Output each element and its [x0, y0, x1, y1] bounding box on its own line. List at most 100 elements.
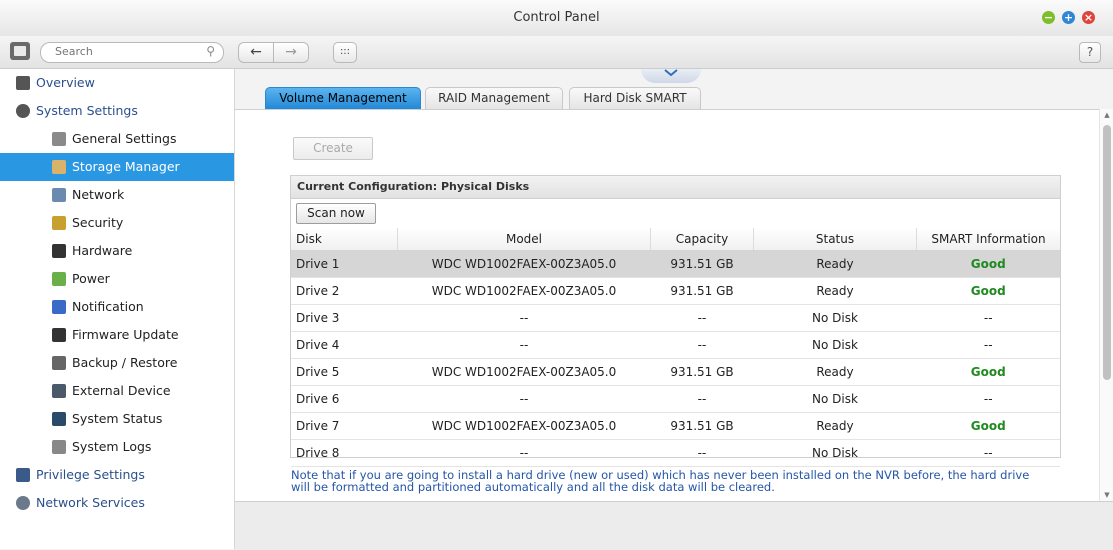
- sidebar-item-security[interactable]: Security: [0, 209, 234, 237]
- smart-cell: Good: [916, 277, 1060, 305]
- vertical-scrollbar[interactable]: ▲ ▼: [1099, 109, 1113, 501]
- smart-cell: --: [916, 385, 1060, 413]
- capacity-cell: 931.51 GB: [650, 277, 754, 305]
- toolbar: ⚲ ← → :::: [0, 36, 1113, 69]
- smart-cell: Good: [916, 358, 1060, 386]
- column-header-status[interactable]: Status: [753, 228, 917, 251]
- lock-icon: [52, 216, 66, 230]
- sidebar-item-power[interactable]: Power: [0, 265, 234, 293]
- firmware-icon: [52, 328, 66, 342]
- close-button[interactable]: ×: [1082, 11, 1095, 24]
- sidebar: Overview System Settings General Settings S…: [0, 69, 235, 549]
- table-row[interactable]: Drive 3 -- -- No Disk --: [291, 304, 1060, 332]
- sidebar-item-label: System Settings: [36, 103, 138, 118]
- smart-cell: --: [916, 439, 1060, 467]
- table-row[interactable]: Drive 6 -- -- No Disk --: [291, 385, 1060, 413]
- storage-icon: [52, 160, 66, 174]
- panel-title: Current Configuration: Physical Disks: [291, 176, 1060, 199]
- help-button[interactable]: ?: [1079, 42, 1101, 63]
- smart-cell: Good: [916, 412, 1060, 440]
- search-box[interactable]: ⚲: [40, 42, 224, 63]
- table-row[interactable]: Drive 1 WDC WD1002FAEX-00Z3A05.0 931.51 GB…: [291, 250, 1060, 278]
- scroll-up-arrow-icon[interactable]: ▲: [1102, 111, 1112, 119]
- scrollbar-thumb[interactable]: [1103, 125, 1111, 380]
- gear-icon: [16, 104, 30, 118]
- sidebar-item-storage-manager[interactable]: Storage Manager: [0, 153, 234, 181]
- smart-cell: Good: [916, 250, 1060, 278]
- table-row[interactable]: Drive 5 WDC WD1002FAEX-00Z3A05.0 931.51 GB…: [291, 358, 1060, 386]
- sidebar-item-label: External Device: [72, 383, 171, 398]
- sidebar-item-label: System Logs: [72, 439, 152, 454]
- column-header-model[interactable]: Model: [397, 228, 651, 251]
- sidebar-item-system-logs[interactable]: System Logs: [0, 433, 234, 461]
- search-icon[interactable]: ⚲: [206, 44, 215, 58]
- backup-icon: [52, 356, 66, 370]
- status-cell: No Disk: [753, 304, 917, 332]
- sidebar-item-privilege-settings[interactable]: Privilege Settings: [0, 461, 234, 489]
- sidebar-item-network-services[interactable]: Network Services: [0, 489, 234, 517]
- grid-view-button[interactable]: :::: [333, 42, 357, 63]
- capacity-cell: --: [650, 304, 754, 332]
- maximize-button[interactable]: +: [1062, 11, 1075, 24]
- scroll-down-arrow-icon[interactable]: ▼: [1102, 491, 1112, 499]
- collapse-toggle[interactable]: [641, 69, 701, 83]
- disk-cell: Drive 7: [291, 412, 398, 440]
- scan-now-button[interactable]: Scan now: [296, 203, 376, 224]
- disk-table: Disk Model Capacity Status SMART Informa…: [291, 228, 1060, 467]
- sidebar-item-system-settings[interactable]: System Settings: [0, 97, 234, 125]
- status-cell: Ready: [753, 277, 917, 305]
- status-cell: No Disk: [753, 439, 917, 467]
- sidebar-item-backup-restore[interactable]: Backup / Restore: [0, 349, 234, 377]
- capacity-cell: 931.51 GB: [650, 358, 754, 386]
- disk-cell: Drive 3: [291, 304, 398, 332]
- network-icon: [52, 188, 66, 202]
- content-header: Volume Management RAID Management Hard D…: [235, 69, 1113, 109]
- create-button[interactable]: Create: [293, 137, 373, 160]
- app-menu-icon[interactable]: [10, 42, 30, 60]
- disk-cell: Drive 2: [291, 277, 398, 305]
- back-button[interactable]: ←: [238, 42, 274, 63]
- sidebar-item-notification[interactable]: Notification: [0, 293, 234, 321]
- monitor-icon: [52, 412, 66, 426]
- tab-raid-management[interactable]: RAID Management: [425, 87, 563, 109]
- tab-volume-management[interactable]: Volume Management: [265, 87, 421, 109]
- sidebar-item-network[interactable]: Network: [0, 181, 234, 209]
- capacity-cell: 931.51 GB: [650, 250, 754, 278]
- general-settings-icon: [52, 132, 66, 146]
- sidebar-item-label: Privilege Settings: [36, 467, 145, 482]
- forward-button[interactable]: →: [273, 42, 309, 63]
- model-cell: WDC WD1002FAEX-00Z3A05.0: [397, 358, 651, 386]
- table-row[interactable]: Drive 8 -- -- No Disk --: [291, 439, 1060, 467]
- globe-icon: [16, 496, 30, 510]
- model-cell: --: [397, 304, 651, 332]
- sidebar-item-label: Hardware: [72, 243, 133, 258]
- smart-cell: --: [916, 331, 1060, 359]
- bottom-bar: [235, 501, 1113, 550]
- column-header-disk[interactable]: Disk: [291, 228, 398, 251]
- status-cell: No Disk: [753, 331, 917, 359]
- sidebar-item-general-settings[interactable]: General Settings: [0, 125, 234, 153]
- column-header-smart[interactable]: SMART Information: [916, 228, 1060, 251]
- sidebar-item-label: Network Services: [36, 495, 145, 510]
- install-note: Note that if you are going to install a …: [291, 468, 1030, 494]
- table-row[interactable]: Drive 7 WDC WD1002FAEX-00Z3A05.0 931.51 GB…: [291, 412, 1060, 440]
- sidebar-item-external-device[interactable]: External Device: [0, 377, 234, 405]
- search-input[interactable]: [55, 45, 195, 58]
- sidebar-item-overview[interactable]: Overview: [0, 69, 234, 97]
- sidebar-item-system-status[interactable]: System Status: [0, 405, 234, 433]
- column-header-capacity[interactable]: Capacity: [650, 228, 754, 251]
- tab-hard-disk-smart[interactable]: Hard Disk SMART: [569, 87, 701, 109]
- physical-disks-panel: Current Configuration: Physical Disks Sc…: [290, 175, 1061, 467]
- power-icon: [52, 272, 66, 286]
- table-row[interactable]: Drive 4 -- -- No Disk --: [291, 331, 1060, 359]
- table-row[interactable]: Drive 2 WDC WD1002FAEX-00Z3A05.0 931.51 GB…: [291, 277, 1060, 305]
- chevron-down-icon: [664, 69, 678, 77]
- sidebar-item-hardware[interactable]: Hardware: [0, 237, 234, 265]
- sidebar-item-firmware-update[interactable]: Firmware Update: [0, 321, 234, 349]
- capacity-cell: --: [650, 385, 754, 413]
- sidebar-item-label: System Status: [72, 411, 163, 426]
- disk-cell: Drive 4: [291, 331, 398, 359]
- disk-cell: Drive 1: [291, 250, 398, 278]
- minimize-button[interactable]: −: [1042, 11, 1055, 24]
- sidebar-item-label: Overview: [36, 75, 95, 90]
